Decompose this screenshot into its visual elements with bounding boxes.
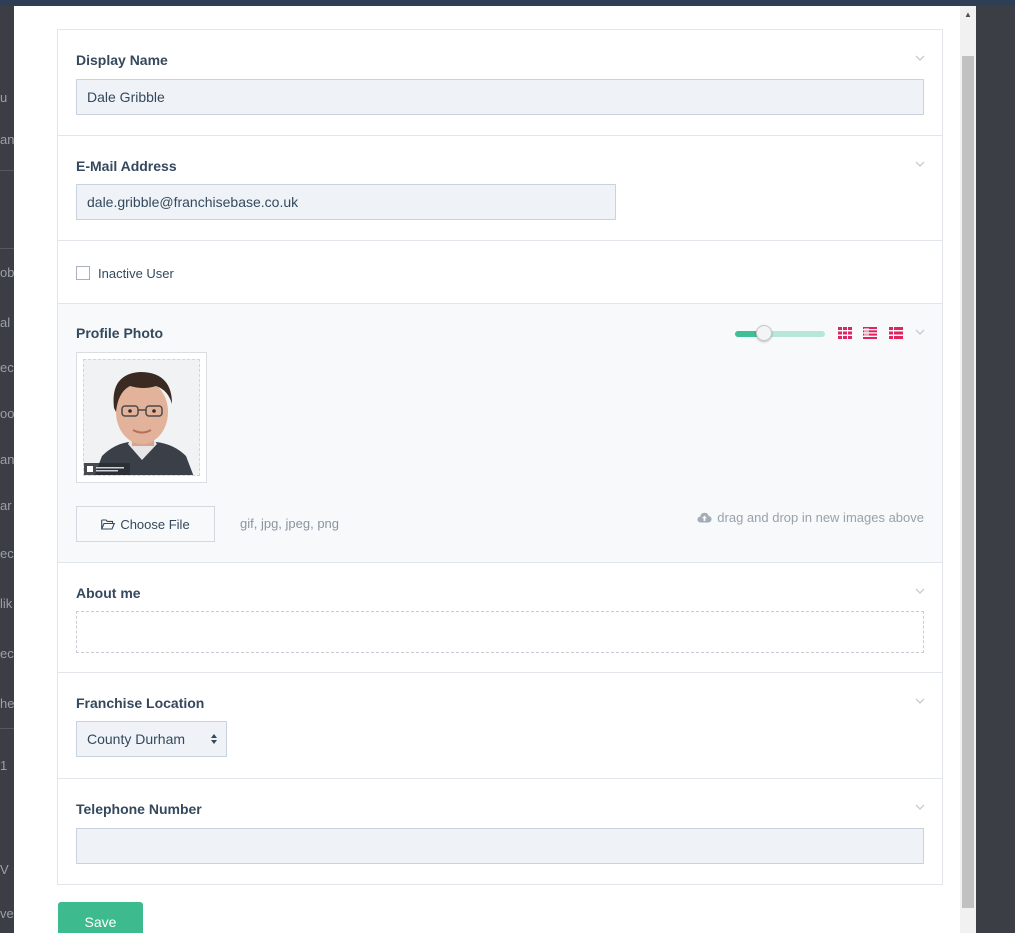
franchise-location-label: Franchise Location — [76, 695, 205, 711]
inactive-user-label[interactable]: Inactive User — [98, 266, 174, 281]
thumbnail-size-slider[interactable] — [735, 325, 825, 341]
inactive-user-checkbox[interactable] — [76, 266, 90, 280]
background-divider — [0, 170, 14, 171]
background-text: oo — [0, 406, 14, 421]
background-text: ec — [0, 360, 14, 375]
field-franchise-location: Franchise Location County Durham — [58, 673, 942, 779]
edit-user-modal: Display Name E-Mail Address Inactive Use… — [14, 6, 976, 933]
background-divider — [0, 728, 14, 729]
selected-location: County Durham — [87, 731, 186, 747]
profile-photo-image — [83, 359, 200, 476]
background-text: al — [0, 315, 11, 330]
grid-view-icon[interactable] — [838, 327, 852, 339]
display-name-label: Display Name — [76, 52, 168, 68]
scroll-up-arrow-icon[interactable]: ▲ — [960, 6, 976, 22]
field-profile-photo: Profile Photo Choose File gif, jpg, jpeg… — [58, 304, 942, 563]
field-inactive-user: Inactive User — [58, 241, 942, 304]
scrollbar-thumb[interactable] — [962, 56, 974, 908]
field-telephone: Telephone Number — [58, 779, 942, 884]
chevron-down-icon[interactable] — [915, 586, 925, 596]
folder-open-icon — [101, 518, 116, 530]
field-about-me: About me — [58, 563, 942, 673]
background-text: ar — [0, 498, 12, 513]
drag-drop-hint: drag and drop in new images above — [697, 510, 924, 525]
field-email: E-Mail Address — [58, 136, 942, 241]
chevron-down-icon[interactable] — [915, 159, 925, 169]
about-me-label: About me — [76, 585, 141, 601]
background-text: 1 — [0, 758, 8, 773]
choose-file-label: Choose File — [120, 516, 190, 532]
chevron-down-icon[interactable] — [915, 327, 925, 337]
slider-handle[interactable] — [756, 325, 772, 341]
franchise-location-select[interactable]: County Durham — [76, 721, 227, 757]
chevron-down-icon[interactable] — [915, 802, 925, 812]
about-me-editor[interactable] — [76, 611, 924, 653]
background-text: an — [0, 452, 14, 467]
display-name-input[interactable] — [76, 79, 924, 115]
drag-drop-text: drag and drop in new images above — [717, 510, 924, 525]
cloud-upload-icon — [697, 512, 712, 523]
telephone-input[interactable] — [76, 828, 924, 864]
list-thumb-view-icon[interactable] — [863, 327, 877, 339]
background-text: he — [0, 696, 14, 711]
field-display-name: Display Name — [58, 30, 942, 136]
background-text: V — [0, 862, 9, 877]
choose-file-button[interactable]: Choose File — [76, 506, 215, 542]
background-text: ec — [0, 646, 14, 661]
telephone-label: Telephone Number — [76, 801, 202, 817]
modal-scrollbar[interactable]: ▲ — [960, 6, 976, 933]
background-text: lik — [0, 596, 13, 611]
background-text: u — [0, 90, 8, 105]
list-view-icon[interactable] — [889, 327, 903, 339]
chevron-down-icon[interactable] — [915, 53, 925, 63]
user-profile-form: Display Name E-Mail Address Inactive Use… — [57, 29, 943, 885]
background-divider — [0, 248, 14, 249]
profile-photo-thumbnail[interactable] — [76, 352, 207, 483]
email-input[interactable] — [76, 184, 616, 220]
chevron-down-icon[interactable] — [915, 696, 925, 706]
email-label: E-Mail Address — [76, 158, 177, 174]
save-button[interactable]: Save — [58, 902, 143, 933]
allowed-file-types: gif, jpg, jpeg, png — [240, 516, 340, 531]
background-text: an — [0, 132, 14, 147]
profile-photo-label: Profile Photo — [76, 325, 164, 341]
background-text: ob — [0, 265, 14, 280]
background-text: ec — [0, 546, 14, 561]
select-arrows-icon — [211, 734, 217, 744]
background-text: ve — [0, 906, 14, 921]
